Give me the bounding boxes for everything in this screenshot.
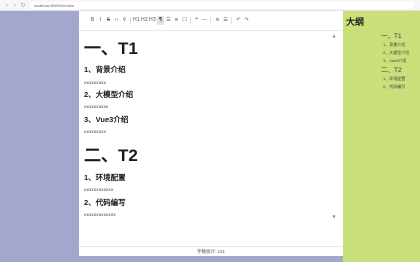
left-panel — [0, 11, 79, 262]
toolbar-divider — [190, 17, 191, 24]
heading-2-button[interactable]: H2 — [141, 16, 148, 25]
outline-title: 大纲 — [346, 17, 365, 27]
undo-button[interactable]: ↶ — [235, 16, 242, 25]
heading-3[interactable]: 1、环境配置 — [84, 173, 126, 183]
toolbar-divider — [231, 17, 232, 24]
scroll-up-icon[interactable]: ▲ — [331, 33, 337, 38]
scroll-down-icon[interactable]: ▼ — [331, 214, 337, 219]
bold-button[interactable]: B — [89, 16, 96, 25]
task-list-button[interactable]: ☐ — [181, 16, 188, 25]
toolbar-divider — [130, 17, 131, 24]
heading-3[interactable]: 1、背景介绍 — [84, 65, 126, 75]
forward-icon[interactable]: › — [11, 1, 19, 10]
outline-item-h1[interactable]: 一、T1 — [381, 33, 402, 41]
paragraph[interactable]: xxxxxxxxx — [84, 129, 106, 135]
paragraph[interactable]: xxxxxxxxxxxx — [84, 187, 113, 193]
ordered-list-button[interactable]: ≡ — [173, 16, 180, 25]
code-button[interactable]: ‹› — [113, 16, 120, 25]
outline-item-h3[interactable]: 2、大模型介绍 — [383, 50, 409, 56]
heading-3[interactable]: 2、大模型介绍 — [84, 90, 133, 100]
italic-button[interactable]: I — [97, 16, 104, 25]
paragraph[interactable]: xxxxxxxxx — [84, 80, 106, 86]
heading-3-button[interactable]: H3 — [149, 16, 156, 25]
heading-1[interactable]: 二、T2 — [84, 146, 138, 166]
outline-item-h3[interactable]: 2、代码编写 — [383, 84, 405, 90]
outline-panel — [343, 11, 420, 262]
outline-item-h3[interactable]: 1、背景介绍 — [383, 42, 405, 48]
align-left-button[interactable]: ≡ — [214, 16, 221, 25]
align-center-button[interactable]: ☰ — [222, 16, 229, 25]
horizontal-rule-button[interactable]: — — [201, 16, 208, 25]
heading-3[interactable]: 3、Vue3介绍 — [84, 115, 128, 125]
heading-3[interactable]: 2、代码编写 — [84, 198, 126, 208]
editor-scrollbar[interactable]: ▲ ▼ — [331, 33, 337, 221]
editor-toolbar: B I S ‹› ⚲ H1 H2 H3 ¶ ☰ ≡ ☐ ❝ — ≡ ☰ ↶ ↷ — [79, 11, 343, 31]
toolbar-divider — [210, 17, 211, 24]
paragraph[interactable]: xxxxxxxxxxxxx — [84, 212, 116, 218]
paragraph-button[interactable]: ¶ — [157, 16, 164, 25]
outline-item-h3[interactable]: 3、Vue3介绍 — [383, 58, 406, 64]
link-button[interactable]: ⚲ — [121, 16, 128, 25]
heading-1-button[interactable]: H1 — [133, 16, 140, 25]
strikethrough-button[interactable]: S — [105, 16, 112, 25]
outline-item-h3[interactable]: 1、环境配置 — [383, 76, 405, 82]
bullet-list-button[interactable]: ☰ — [165, 16, 172, 25]
browser-address-bar: ‹ › ↻ localhost:8080/#/editor — [0, 0, 420, 11]
url-field[interactable]: localhost:8080/#/editor — [30, 2, 414, 9]
redo-button[interactable]: ↷ — [243, 16, 250, 25]
reload-icon[interactable]: ↻ — [19, 1, 27, 10]
editor-content[interactable] — [79, 31, 343, 246]
bottom-strip — [79, 256, 343, 262]
paragraph[interactable]: xxxxxxxxxx — [84, 104, 109, 110]
heading-1[interactable]: 一、T1 — [84, 39, 138, 59]
outline-item-h1[interactable]: 二、T2 — [381, 67, 402, 75]
status-bar: 字数统计: 121 — [79, 246, 343, 256]
blockquote-button[interactable]: ❝ — [193, 16, 200, 25]
back-icon[interactable]: ‹ — [3, 1, 11, 10]
url-text: localhost:8080/#/editor — [34, 3, 75, 8]
